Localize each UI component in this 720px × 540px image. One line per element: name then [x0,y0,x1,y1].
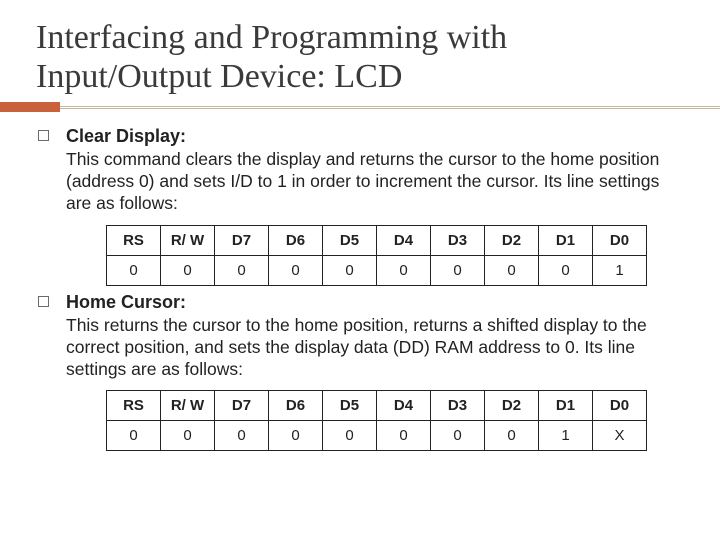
table-row: 0 0 0 0 0 0 0 0 0 1 [107,255,647,285]
col-header: D3 [431,391,485,421]
col-header: D5 [323,391,377,421]
cell: 1 [539,421,593,451]
bullet-item: Clear Display: This command clears the d… [36,126,684,215]
table-row: 0 0 0 0 0 0 0 0 1 X [107,421,647,451]
col-header: R/ W [161,391,215,421]
square-bullet-icon [38,296,49,307]
section-body: This returns the cursor to the home posi… [66,315,684,381]
col-header: D0 [593,391,647,421]
col-header: D5 [323,225,377,255]
section-heading: Clear Display: [66,126,684,147]
rule-line [0,106,720,109]
cell: 0 [431,421,485,451]
cell: 0 [161,421,215,451]
title-rule [0,102,720,112]
square-bullet-icon [38,130,49,141]
slide: Interfacing and Programming with Input/O… [0,0,720,451]
col-header: D2 [485,391,539,421]
cell: 0 [215,255,269,285]
cell: 0 [377,255,431,285]
col-header: D1 [539,391,593,421]
cell: X [593,421,647,451]
col-header: D6 [269,225,323,255]
bullet-item: Home Cursor: This returns the cursor to … [36,292,684,381]
cell: 0 [269,255,323,285]
cell: 0 [323,421,377,451]
section-heading: Home Cursor: [66,292,684,313]
cell: 0 [107,421,161,451]
col-header: D7 [215,391,269,421]
cell: 0 [323,255,377,285]
col-header: R/ W [161,225,215,255]
cell: 0 [215,421,269,451]
cell: 1 [593,255,647,285]
col-header: RS [107,391,161,421]
home-cursor-table: RS R/ W D7 D6 D5 D4 D3 D2 D1 D0 0 0 0 0 … [106,390,647,451]
col-header: D4 [377,391,431,421]
clear-display-table: RS R/ W D7 D6 D5 D4 D3 D2 D1 D0 0 0 0 0 … [106,225,647,286]
cell: 0 [431,255,485,285]
cell: 0 [161,255,215,285]
col-header: D6 [269,391,323,421]
page-title: Interfacing and Programming with Input/O… [36,18,684,96]
table-row: RS R/ W D7 D6 D5 D4 D3 D2 D1 D0 [107,391,647,421]
col-header: RS [107,225,161,255]
col-header: D3 [431,225,485,255]
cell: 0 [485,421,539,451]
cell: 0 [377,421,431,451]
col-header: D0 [593,225,647,255]
rule-accent [0,102,60,112]
cell: 0 [485,255,539,285]
table-row: RS R/ W D7 D6 D5 D4 D3 D2 D1 D0 [107,225,647,255]
cell: 0 [539,255,593,285]
col-header: D1 [539,225,593,255]
col-header: D4 [377,225,431,255]
section-body: This command clears the display and retu… [66,149,684,215]
cell: 0 [269,421,323,451]
col-header: D2 [485,225,539,255]
col-header: D7 [215,225,269,255]
cell: 0 [107,255,161,285]
